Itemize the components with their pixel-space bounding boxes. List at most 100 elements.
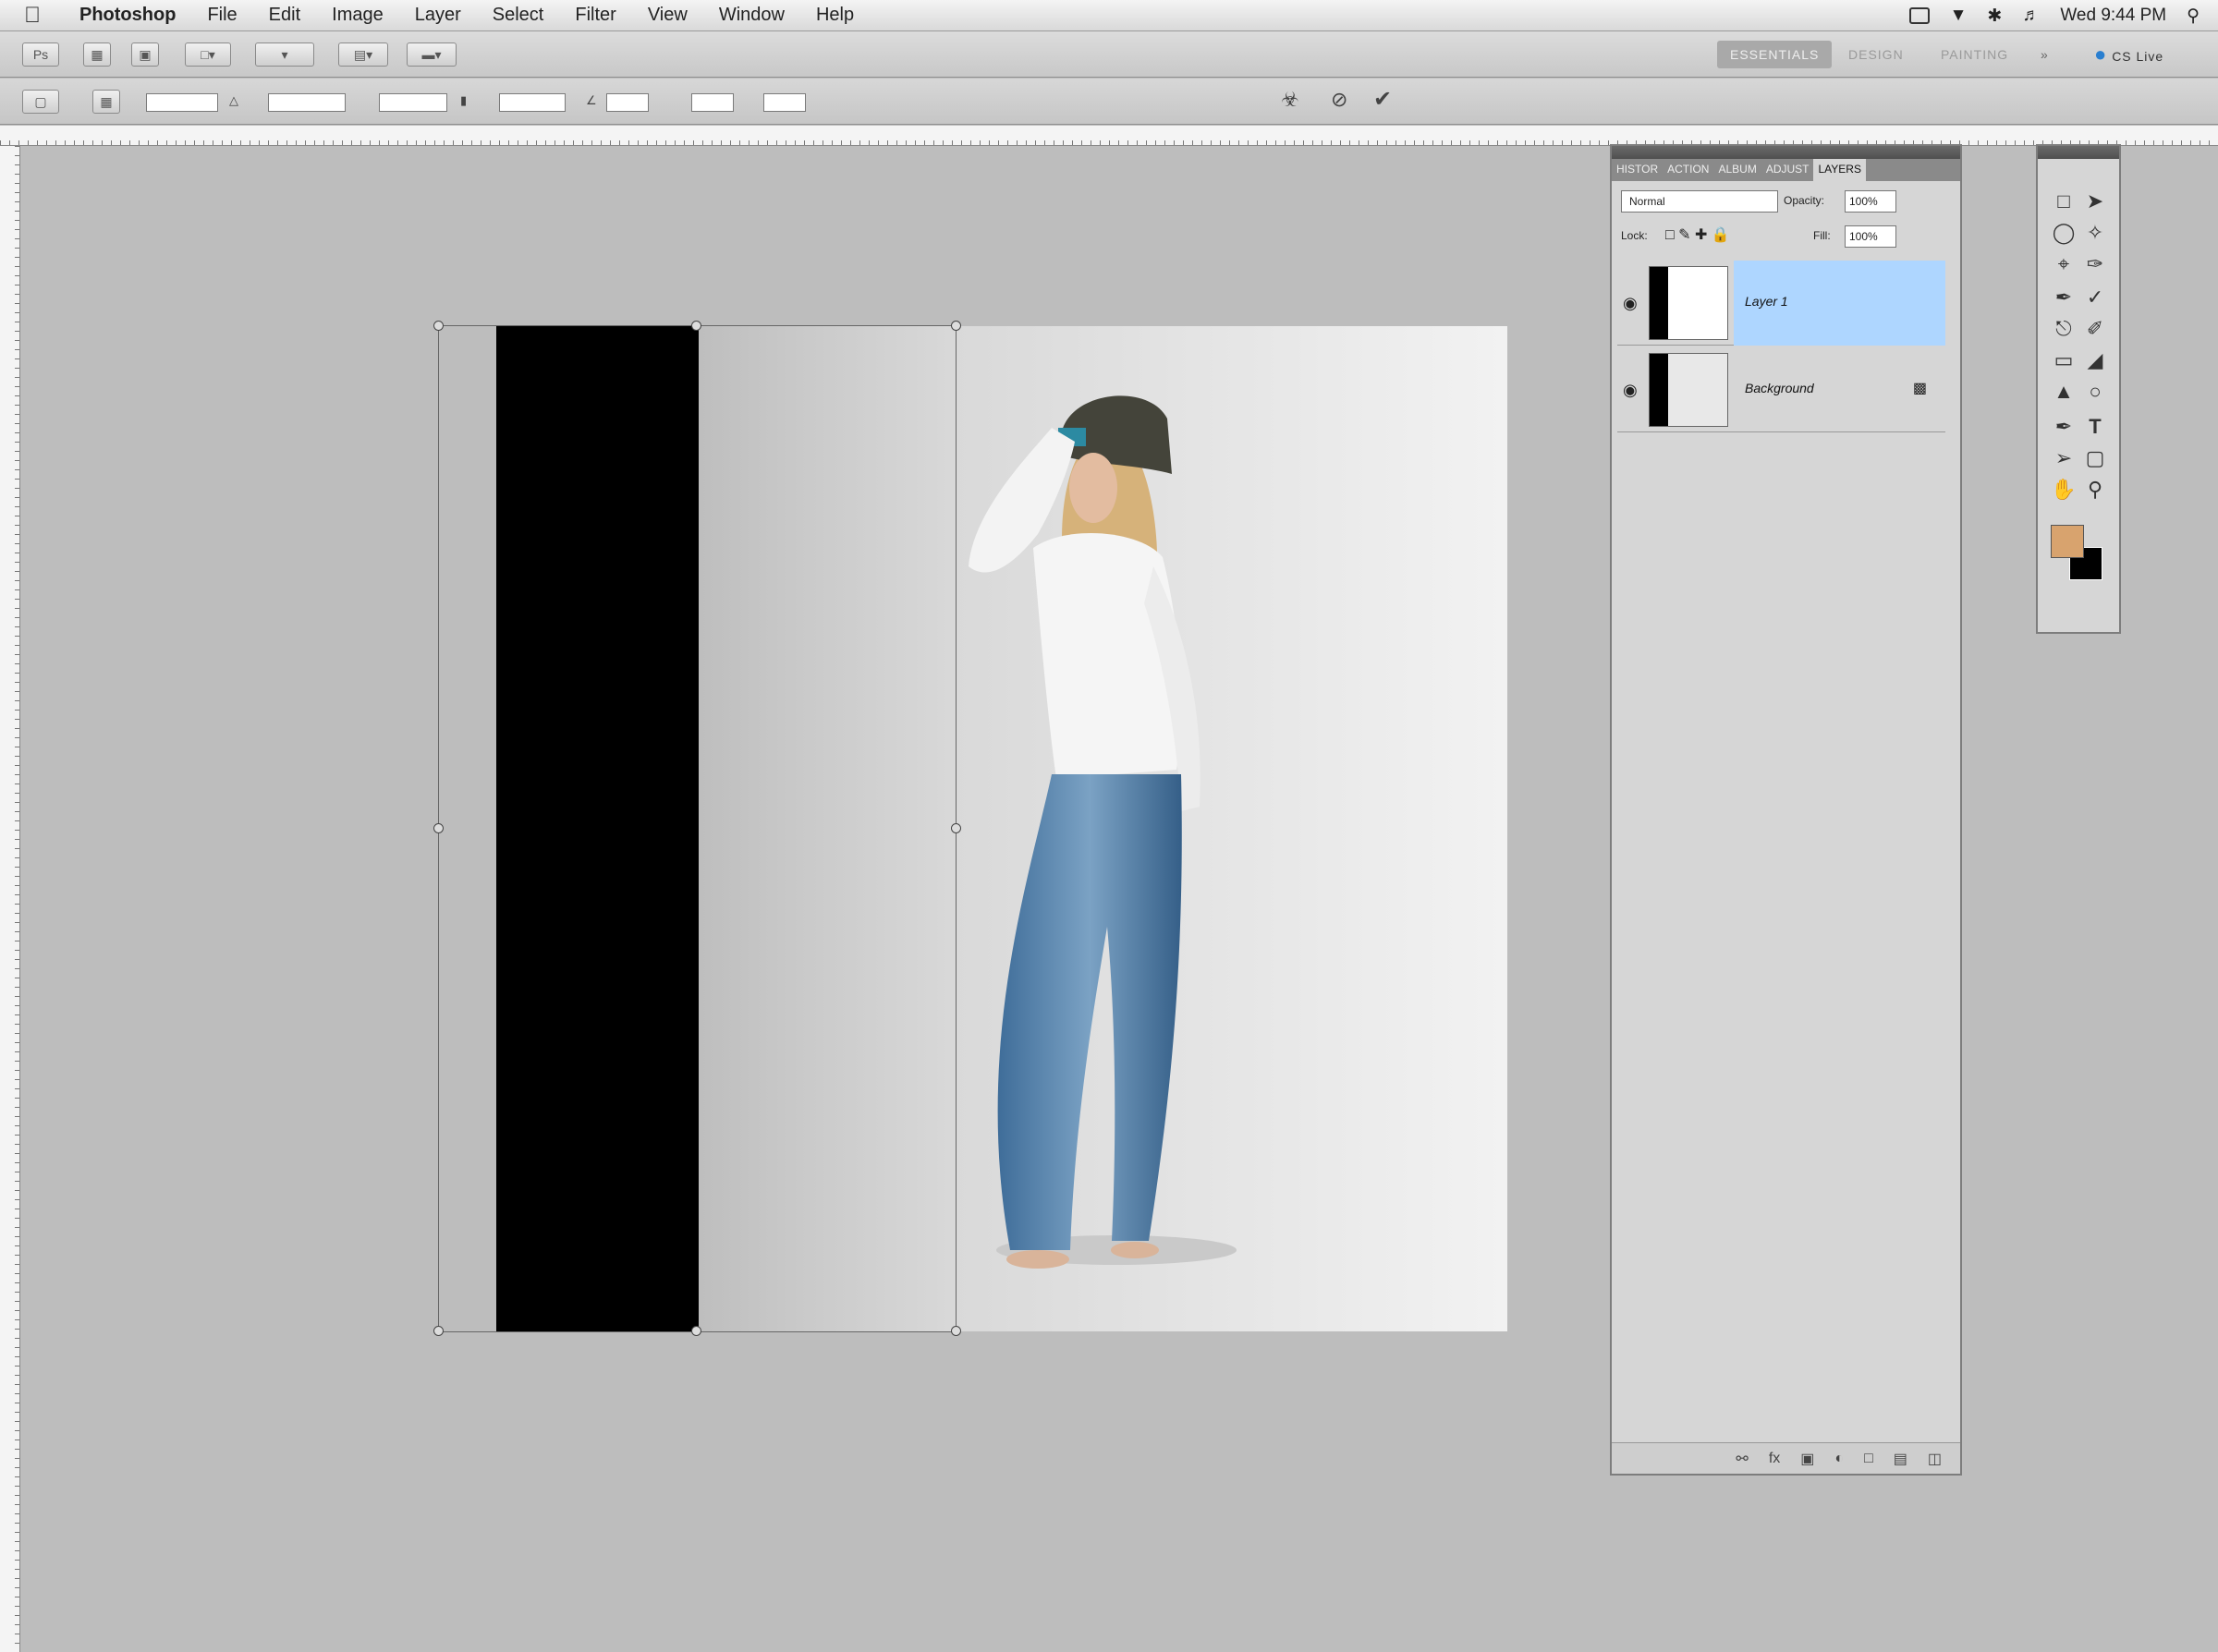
more-workspaces-icon[interactable]: » <box>2041 41 2049 68</box>
magic-wand-icon[interactable]: ✧ <box>2082 220 2108 246</box>
height-field[interactable] <box>499 93 566 112</box>
app-menu[interactable]: Photoshop <box>79 5 176 26</box>
ruler-horizontal[interactable] <box>0 126 2218 146</box>
layer-name[interactable]: Background <box>1745 381 1814 395</box>
opacity-field[interactable]: 100% <box>1845 190 1896 213</box>
x-position-field[interactable] <box>146 93 218 112</box>
tab-actions[interactable]: ACTION <box>1663 159 1713 181</box>
workspace-design[interactable]: DESIGN <box>1848 41 1904 68</box>
tool-preset-picker[interactable]: ▢ <box>22 90 59 114</box>
menu-select[interactable]: Select <box>493 5 544 26</box>
view-extras-dropdown[interactable]: □▾ <box>185 43 231 67</box>
tools-title-bar[interactable] <box>2038 146 2119 159</box>
gradient-tool-icon[interactable]: ◢ <box>2082 347 2108 373</box>
shape-tool-icon[interactable]: ▢ <box>2082 445 2108 471</box>
new-layer-icon[interactable]: ▤ <box>1894 1450 1907 1468</box>
handle-bottom-left[interactable] <box>433 1326 444 1336</box>
apple-icon[interactable]:  <box>24 3 61 29</box>
eraser-tool-icon[interactable]: ▭ <box>2051 347 2077 373</box>
cancel-transform-icon[interactable]: ⊘ <box>1331 88 1347 112</box>
menu-window[interactable]: Window <box>719 5 785 26</box>
blend-mode-select[interactable]: Normal <box>1621 190 1778 213</box>
blur-tool-icon[interactable]: ▲ <box>2051 379 2077 405</box>
layers-panel: HISTOR ACTION ALBUM ADJUST LAYERS Normal… <box>1610 144 1962 1476</box>
bridge-icon[interactable]: ▦ <box>83 43 111 67</box>
type-tool-icon[interactable]: T <box>2082 414 2108 440</box>
path-selection-icon[interactable]: ➢ <box>2051 445 2077 471</box>
dodge-tool-icon[interactable]: ○ <box>2082 379 2108 405</box>
layer-row-layer-1[interactable]: ◉ Layer 1 <box>1617 261 1945 346</box>
handle-top-left[interactable] <box>433 321 444 331</box>
foreground-color-swatch[interactable] <box>2051 525 2084 558</box>
tab-adjustments[interactable]: ADJUST <box>1761 159 1814 181</box>
spotlight-icon[interactable]: ⚲ <box>2187 6 2200 27</box>
lasso-tool-icon[interactable]: ◯ <box>2051 220 2077 246</box>
menu-layer[interactable]: Layer <box>415 5 461 26</box>
healing-brush-icon[interactable]: ✒ <box>2051 285 2077 310</box>
menu-help[interactable]: Help <box>816 5 854 26</box>
stamp-tool-icon[interactable]: ⎋ <box>2051 316 2077 342</box>
panel-title-bar[interactable] <box>1612 146 1960 159</box>
pen-tool-icon[interactable]: ✒ <box>2051 414 2077 440</box>
clock[interactable]: Wed 9:44 PM <box>2060 6 2166 26</box>
fill-value: 100% <box>1849 230 1878 243</box>
history-brush-icon[interactable]: ✐ <box>2082 316 2108 342</box>
handle-middle-right[interactable] <box>951 823 961 833</box>
lock-icons[interactable]: □ ✎ ✚ 🔒 <box>1665 225 1730 244</box>
width-field[interactable] <box>379 93 447 112</box>
transform-bounding-box[interactable] <box>433 321 961 1336</box>
film-icon[interactable] <box>1908 7 1930 24</box>
handle-top-center[interactable] <box>691 321 701 331</box>
skew-h-field[interactable] <box>691 93 734 112</box>
crop-tool-icon[interactable]: ⌖ <box>2051 251 2077 277</box>
workspace-painting[interactable]: PAINTING <box>1941 41 2008 68</box>
tab-album[interactable]: ALBUM <box>1713 159 1761 181</box>
screen-mode-dropdown[interactable]: ▬▾ <box>407 43 457 67</box>
cs-live-button[interactable]: ● CS Live <box>2094 41 2163 68</box>
layer-name[interactable]: Layer 1 <box>1745 294 1788 309</box>
handle-top-right[interactable] <box>951 321 961 331</box>
handle-middle-left[interactable] <box>433 823 444 833</box>
fill-field[interactable]: 100% <box>1845 225 1896 248</box>
menu-image[interactable]: Image <box>332 5 384 26</box>
workspace-essentials[interactable]: ESSENTIALS <box>1717 41 1833 68</box>
visibility-eye-icon[interactable]: ◉ <box>1623 381 1638 400</box>
volume-icon[interactable]: ♬ <box>2022 6 2040 26</box>
brush-tool-icon[interactable]: ✓ <box>2082 285 2108 310</box>
mini-bridge-icon[interactable]: ▣ <box>131 43 159 67</box>
menu-file[interactable]: File <box>207 5 237 26</box>
tab-history[interactable]: HISTOR <box>1612 159 1663 181</box>
menu-view[interactable]: View <box>648 5 688 26</box>
bluetooth-icon[interactable]: ✱ <box>1987 6 2002 27</box>
eyedropper-icon[interactable]: ✑ <box>2082 251 2108 277</box>
new-group-icon[interactable]: □ <box>1864 1451 1873 1467</box>
arrange-documents-dropdown[interactable]: ▤▾ <box>338 43 388 67</box>
hand-tool-icon[interactable]: ✋ <box>2051 477 2077 503</box>
warp-icon[interactable]: ☣ <box>1281 88 1299 112</box>
commit-transform-icon[interactable]: ✔ <box>1373 86 1392 113</box>
add-mask-icon[interactable]: ▣ <box>1800 1450 1814 1468</box>
menu-edit[interactable]: Edit <box>269 5 300 26</box>
skew-v-field[interactable] <box>763 93 806 112</box>
link-icon[interactable]: ▮ <box>460 93 467 108</box>
move-tool-icon[interactable]: ➤ <box>2082 188 2108 214</box>
fx-icon[interactable]: fx <box>1769 1451 1780 1467</box>
zoom-level-dropdown[interactable]: ▾ <box>255 43 314 67</box>
layer-row-background[interactable]: ◉ Background ▩ <box>1617 347 1945 432</box>
zoom-tool-icon[interactable]: ⚲ <box>2082 477 2108 503</box>
rotate-field[interactable] <box>606 93 649 112</box>
adjustment-layer-icon[interactable]: ◐ <box>1834 1451 1844 1467</box>
trash-icon[interactable]: ◫ <box>1928 1450 1942 1468</box>
marquee-tool-icon[interactable]: □ <box>2051 188 2077 214</box>
handle-bottom-center[interactable] <box>691 1326 701 1336</box>
wifi-icon[interactable]: ▼ <box>1950 6 1968 26</box>
reference-point-icon[interactable]: ▦ <box>92 90 120 114</box>
ruler-vertical[interactable] <box>0 146 20 1652</box>
handle-bottom-right[interactable] <box>951 1326 961 1336</box>
visibility-eye-icon[interactable]: ◉ <box>1623 294 1638 313</box>
link-layers-icon[interactable]: ⚯ <box>1736 1450 1748 1468</box>
ps-logo-icon[interactable]: Ps <box>22 43 59 67</box>
menu-filter[interactable]: Filter <box>575 5 615 26</box>
tab-layers[interactable]: LAYERS <box>1813 159 1866 181</box>
y-position-field[interactable] <box>268 93 346 112</box>
